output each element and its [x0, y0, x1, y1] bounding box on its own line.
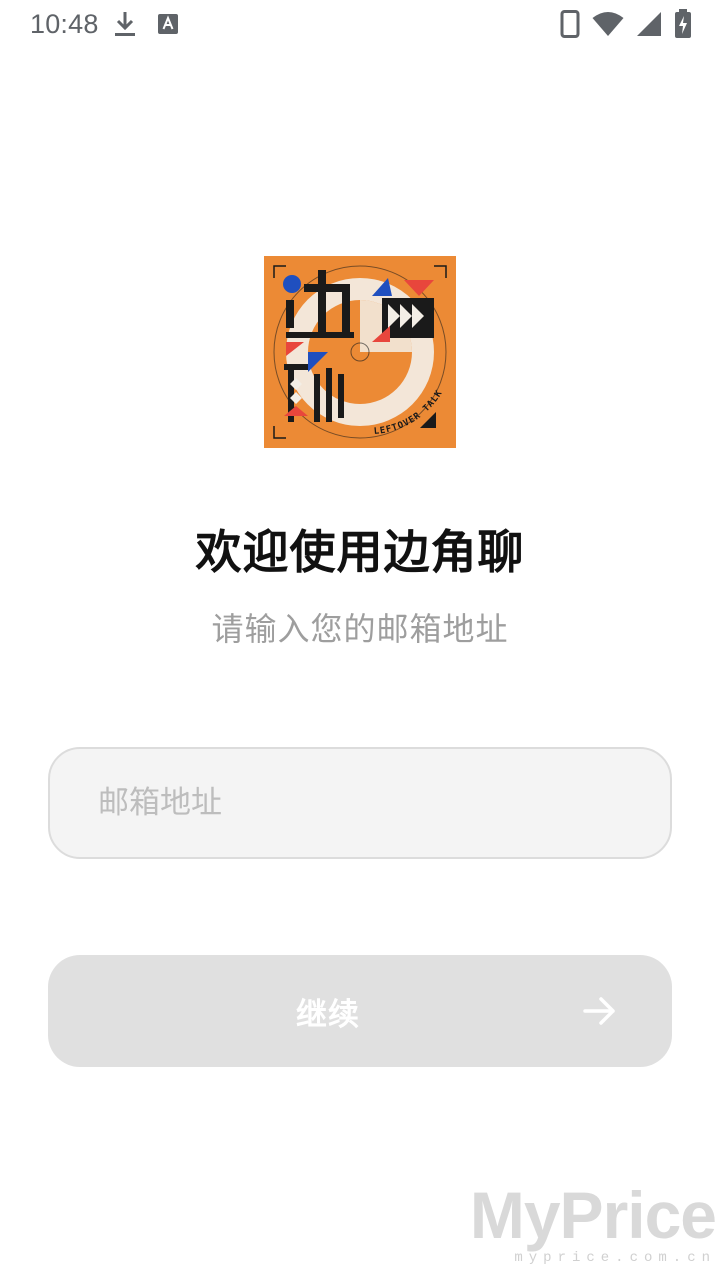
welcome-title: 欢迎使用边角聊 — [195, 525, 525, 579]
continue-label: 继续 — [296, 996, 360, 1033]
watermark-sub: myprice.com.cn — [514, 1250, 716, 1266]
status-bar: 10:48 — [0, 0, 720, 48]
cell-signal-icon — [636, 11, 662, 37]
email-input[interactable] — [98, 785, 670, 821]
keyboard-a-icon — [157, 13, 179, 35]
app-logo: LEFTOVER TALK — [264, 256, 456, 448]
status-right-icons — [560, 9, 692, 39]
welcome-subtitle: 请输入您的邮箱地址 — [211, 610, 509, 648]
download-icon — [113, 10, 137, 38]
watermark-main: MyPrice — [469, 1178, 717, 1252]
battery-charging-icon — [674, 9, 692, 39]
email-field-container[interactable] — [48, 747, 672, 859]
status-time: 10:48 — [30, 8, 99, 39]
screen: 10:48 LEFTOVER TALK 欢迎使用边角聊 请输入您的邮箱地址 邮箱… — [0, 0, 720, 1280]
continue-button[interactable]: 继续 — [48, 955, 672, 1067]
wifi-icon — [592, 11, 624, 37]
status-left-icons — [113, 10, 179, 38]
arrow-right-icon — [582, 993, 618, 1029]
phone-icon — [560, 10, 580, 38]
app-logo-art: LEFTOVER TALK — [264, 256, 456, 448]
watermark: MyPrice myprice.com.cn — [469, 1178, 717, 1266]
